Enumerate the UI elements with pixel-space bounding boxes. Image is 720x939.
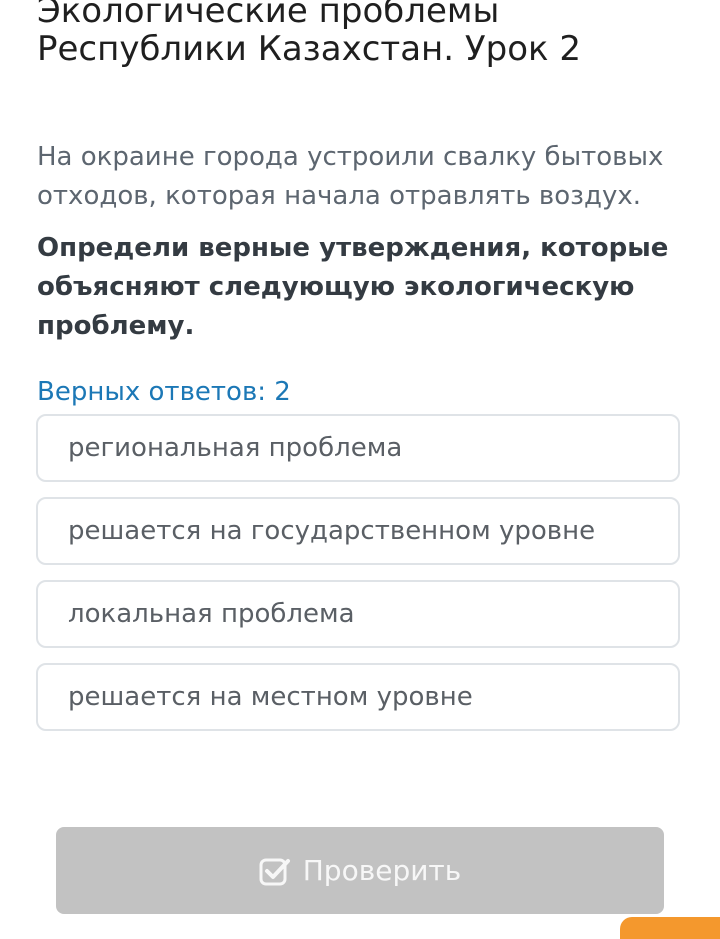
check-button[interactable]: Проверить [56, 827, 664, 914]
question-prompt-line-1: На окраине города устроили свалку бытовы… [37, 142, 664, 172]
check-button-label: Проверить [302, 854, 462, 887]
lesson-title-line-1: Экологические проблемы [37, 0, 500, 31]
checkbox-check-icon [259, 856, 291, 886]
lesson-title: Экологические проблемы Республики Казахс… [37, 0, 687, 68]
question-instruction-line-2: объясняют следующую экологическую [37, 272, 635, 302]
answer-option-local-level[interactable]: решается на местном уровне [36, 663, 680, 731]
answer-option-local[interactable]: локальная проблема [36, 580, 680, 648]
corner-accent-bar [620, 917, 720, 939]
answer-option-label: локальная проблема [68, 599, 355, 629]
answer-option-state-level[interactable]: решается на государственном уровне [36, 497, 680, 565]
question-prompt: На окраине города устроили свалку бытовы… [37, 138, 687, 216]
correct-answers-count: Верных ответов: 2 [37, 377, 291, 407]
answer-option-label: региональная проблема [68, 433, 403, 463]
question-prompt-line-2: отходов, которая начала отравлять воздух… [37, 181, 642, 211]
question-instruction-line-3: проблему. [37, 311, 195, 341]
lesson-title-line-2: Республики Казахстан. Урок 2 [37, 29, 581, 69]
question-instruction-line-1: Определи верные утверждения, которые [37, 233, 669, 263]
answer-option-label: решается на местном уровне [68, 682, 473, 712]
answer-option-label: решается на государственном уровне [68, 516, 596, 546]
question-instruction: Определи верные утверждения, которые объ… [37, 229, 687, 346]
answer-option-regional[interactable]: региональная проблема [36, 414, 680, 482]
